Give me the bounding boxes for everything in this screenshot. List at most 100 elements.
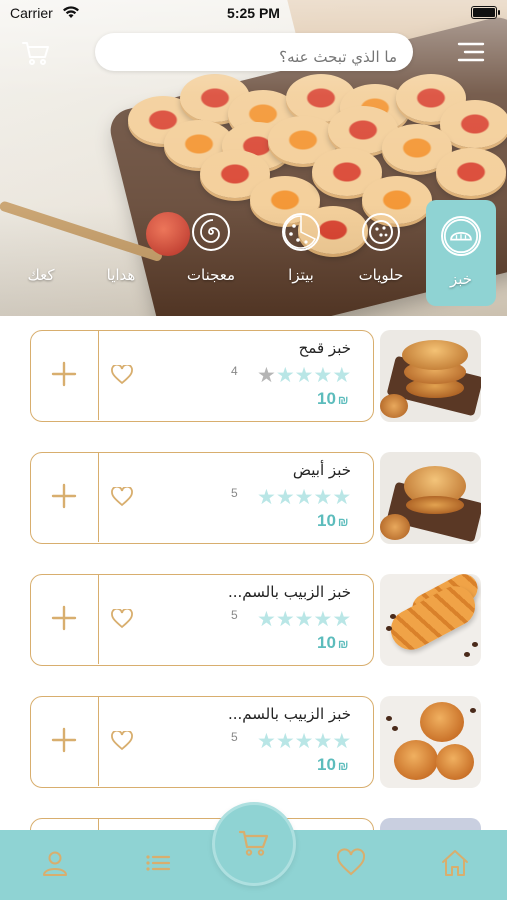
product-row[interactable]: خبز الزبيب بالسم... 5 ★★★★★ 10 ₪ (0, 574, 507, 670)
search-input[interactable] (95, 33, 413, 71)
star-icon: ★ (332, 607, 352, 631)
category-cakes[interactable]: كعك (6, 196, 76, 302)
category-bar: خبز حلويات بيتزا معجنات هدايا كعك (0, 196, 507, 306)
rating-value: 5 (231, 608, 238, 622)
status-time: 5:25 PM (227, 5, 280, 21)
product-price: 10 ₪ (317, 633, 349, 653)
cart-icon[interactable] (22, 40, 50, 66)
product-row[interactable]: خبز قمح 4 ★★★★★ 10 ₪ (0, 330, 507, 426)
star-icon: ★ (275, 485, 295, 509)
add-to-cart-button[interactable] (31, 331, 99, 420)
product-price: 10 ₪ (317, 755, 349, 775)
rating-value: 5 (231, 730, 238, 744)
product-name: خبز الزبيب بالسم... (227, 705, 351, 723)
star-icon: ★ (257, 363, 276, 387)
star-rating: ★★★★★ (257, 609, 351, 631)
heart-icon[interactable] (336, 848, 366, 878)
star-icon: ★ (257, 485, 276, 509)
currency-symbol: ₪ (337, 393, 349, 407)
product-card[interactable] (30, 818, 374, 830)
star-icon: ★ (294, 363, 314, 387)
star-icon: ★ (332, 485, 352, 509)
plus-icon (51, 605, 77, 631)
add-to-cart-button[interactable] (31, 819, 99, 830)
category-bread[interactable]: خبز (426, 200, 496, 306)
plus-icon (51, 727, 77, 753)
heart-icon[interactable] (111, 731, 133, 751)
product-row[interactable]: خبز أبيض 5 ★★★★★ 10 ₪ (0, 452, 507, 548)
price-amount: 10 (317, 511, 336, 530)
currency-symbol: ₪ (337, 759, 349, 773)
cart-fab-button[interactable] (212, 802, 296, 886)
category-pizza[interactable]: بيتزا (266, 196, 336, 302)
battery-icon (471, 6, 500, 19)
rating-value: 4 (231, 364, 238, 378)
star-rating: ★★★★★ (257, 365, 351, 387)
product-image[interactable] (380, 330, 481, 422)
add-to-cart-button[interactable] (31, 575, 99, 664)
product-name: خبز أبيض (292, 461, 351, 479)
product-list: خبز قمح 4 ★★★★★ 10 ₪ خبز أبيض 5 ★★★★★ 10… (0, 316, 507, 830)
product-name: خبز الزبيب بالسم... (227, 583, 351, 601)
category-label: بيتزا (288, 266, 314, 284)
product-card[interactable]: خبز الزبيب بالسم... 5 ★★★★★ 10 ₪ (30, 696, 374, 788)
category-label: خبز (449, 270, 473, 288)
pizza-icon (282, 213, 320, 251)
category-pastries[interactable]: معجنات (176, 196, 246, 302)
star-icon: ★ (313, 363, 333, 387)
heart-icon[interactable] (111, 487, 133, 507)
star-icon: ★ (275, 363, 295, 387)
add-to-cart-button[interactable] (31, 453, 99, 542)
product-image[interactable] (380, 574, 481, 666)
star-icon: ★ (294, 729, 314, 753)
star-icon: ★ (313, 729, 333, 753)
category-label: معجنات (186, 266, 236, 284)
bread-icon (441, 216, 481, 256)
rating-value: 5 (231, 486, 238, 500)
add-to-cart-button[interactable] (31, 697, 99, 786)
product-price: 10 ₪ (317, 389, 349, 409)
heart-icon[interactable] (111, 365, 133, 385)
profile-icon[interactable] (40, 848, 70, 878)
menu-icon[interactable] (457, 40, 485, 64)
star-icon: ★ (257, 607, 276, 631)
star-icon: ★ (294, 607, 314, 631)
product-row[interactable]: خبز الزبيب بالسم... 5 ★★★★★ 10 ₪ (0, 696, 507, 792)
plus-icon (51, 361, 77, 387)
star-icon: ★ (275, 729, 295, 753)
product-card[interactable]: خبز قمح 4 ★★★★★ 10 ₪ (30, 330, 374, 422)
heart-icon[interactable] (111, 609, 133, 629)
cart-icon (239, 830, 269, 856)
star-icon: ★ (313, 607, 333, 631)
category-label: كعك (27, 266, 55, 284)
product-image[interactable] (380, 452, 481, 544)
star-icon: ★ (332, 363, 352, 387)
price-amount: 10 (317, 633, 336, 652)
list-icon[interactable] (143, 848, 173, 878)
pastry-swirl-icon (192, 213, 230, 251)
product-image[interactable] (380, 818, 481, 830)
star-icon: ★ (294, 485, 314, 509)
product-image[interactable] (380, 696, 481, 788)
home-icon[interactable] (440, 848, 470, 878)
product-price: 10 ₪ (317, 511, 349, 531)
star-icon: ★ (332, 729, 352, 753)
currency-symbol: ₪ (337, 637, 349, 651)
plus-icon (51, 483, 77, 509)
category-label: هدايا (106, 266, 136, 284)
star-icon: ★ (313, 485, 333, 509)
status-bar: Carrier 5:25 PM (0, 0, 507, 28)
product-card[interactable]: خبز الزبيب بالسم... 5 ★★★★★ 10 ₪ (30, 574, 374, 666)
price-amount: 10 (317, 389, 336, 408)
star-icon: ★ (257, 729, 276, 753)
bottom-nav (0, 802, 507, 900)
star-icon: ★ (275, 607, 295, 631)
currency-symbol: ₪ (337, 515, 349, 529)
star-rating: ★★★★★ (257, 731, 351, 753)
product-card[interactable]: خبز أبيض 5 ★★★★★ 10 ₪ (30, 452, 374, 544)
category-gifts[interactable]: هدايا (86, 196, 156, 302)
cookie-icon (362, 213, 400, 251)
price-amount: 10 (317, 755, 336, 774)
category-sweets[interactable]: حلويات (346, 196, 416, 302)
category-label: حلويات (358, 266, 404, 284)
